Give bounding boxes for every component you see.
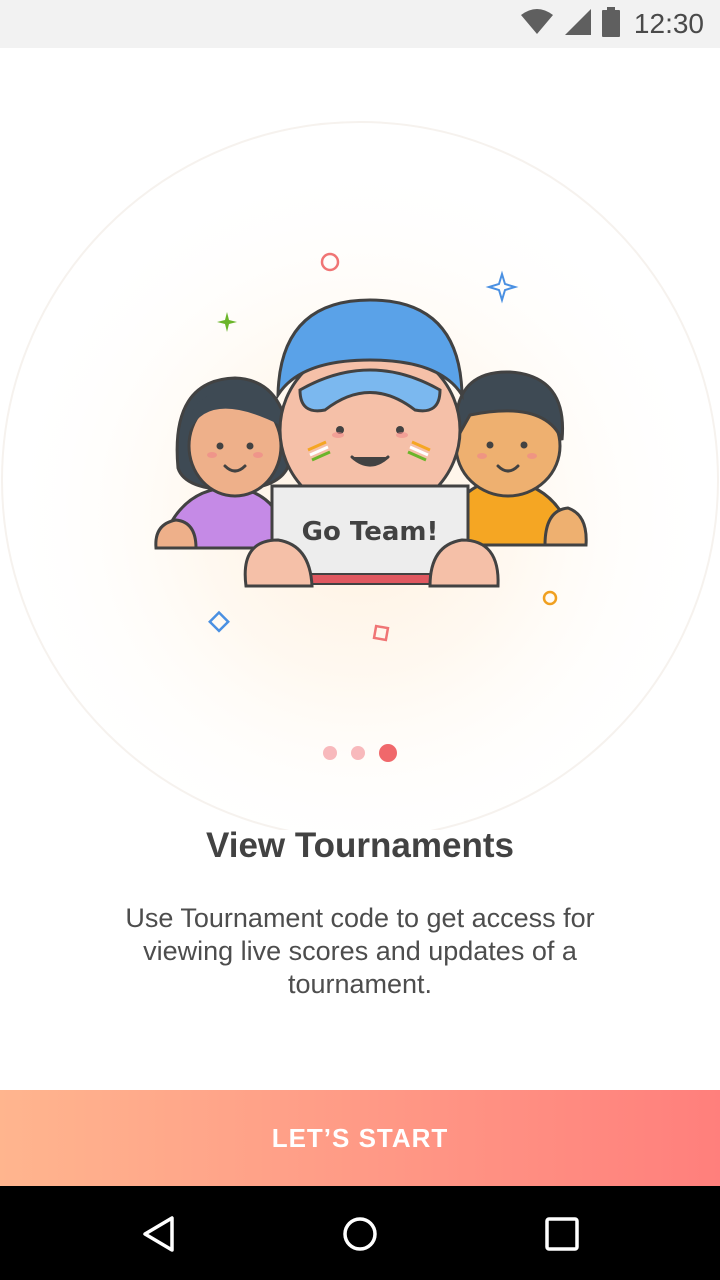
- page-indicator: [0, 744, 720, 762]
- team-illustration: Go Team!: [154, 252, 588, 642]
- battery-icon: [601, 6, 620, 42]
- circle-sparkle: [320, 252, 340, 272]
- go-team-sign: Go Team!: [243, 484, 500, 588]
- status-time: 12:30: [633, 8, 704, 39]
- lets-start-label: LET’S START: [271, 1122, 449, 1153]
- back-icon[interactable]: [132, 1206, 188, 1262]
- diamond-sparkle: [208, 610, 230, 633]
- home-icon[interactable]: [332, 1206, 388, 1262]
- lets-start-button[interactable]: LET’S START: [0, 1090, 720, 1186]
- page-dot-2[interactable]: [351, 746, 365, 760]
- girl-figure: [154, 376, 292, 550]
- star-sparkle-green: [217, 312, 237, 332]
- square-sparkle: [372, 624, 390, 642]
- fan-with-cap: [276, 298, 464, 518]
- wifi-icon: [520, 8, 554, 40]
- recents-icon[interactable]: [534, 1206, 590, 1262]
- sign-text: Go Team!: [302, 517, 439, 547]
- status-icons: 12:30: [520, 0, 704, 48]
- onboarding-screen: 12:30 Go Team! View Tournaments Use Tour…: [0, 0, 720, 1280]
- page-dot-3-active[interactable]: [379, 744, 397, 762]
- signal-icon: [564, 8, 592, 41]
- circle-sparkle-orange: [542, 590, 558, 606]
- page-description: Use Tournament code to get access for vi…: [125, 903, 595, 999]
- star-sparkle-blue: [485, 270, 519, 304]
- page-dot-1[interactable]: [323, 746, 337, 760]
- page-title: View Tournaments: [206, 826, 514, 865]
- system-nav-bar: [0, 1186, 720, 1280]
- status-bar: 12:30: [0, 0, 720, 48]
